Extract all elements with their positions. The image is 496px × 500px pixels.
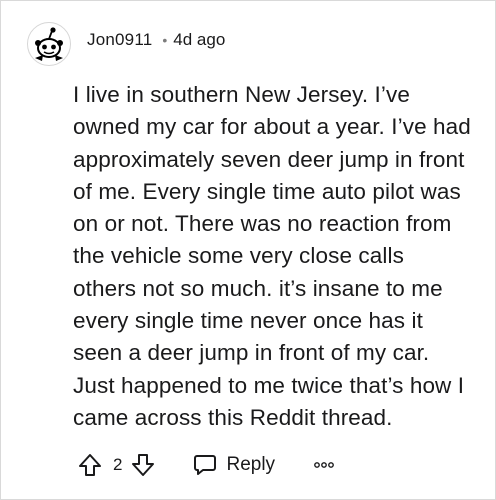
- upvote-arrow-icon[interactable]: [77, 452, 103, 478]
- comment-header: Jon0911 • 4d ago: [27, 19, 225, 69]
- username-link[interactable]: Jon0911: [87, 30, 152, 50]
- vote-count: 2: [113, 455, 123, 474]
- more-options-icon[interactable]: [313, 460, 335, 470]
- downvote-arrow-icon[interactable]: [130, 452, 156, 478]
- meta-separator: •: [162, 32, 168, 48]
- chat-bubble-icon: [192, 452, 218, 478]
- comment-meta: Jon0911 • 4d ago: [87, 30, 225, 50]
- comment-card: Jon0911 • 4d ago I live in southern New …: [0, 0, 496, 500]
- reply-label: Reply: [226, 454, 276, 475]
- reply-button[interactable]: Reply: [192, 452, 275, 478]
- comment-body: I live in southern New Jersey. I’ve owne…: [73, 82, 471, 430]
- comment-timestamp: 4d ago: [173, 30, 226, 49]
- comment-actions: 2 Reply: [77, 448, 335, 482]
- snoo-avatar-icon[interactable]: [27, 22, 71, 66]
